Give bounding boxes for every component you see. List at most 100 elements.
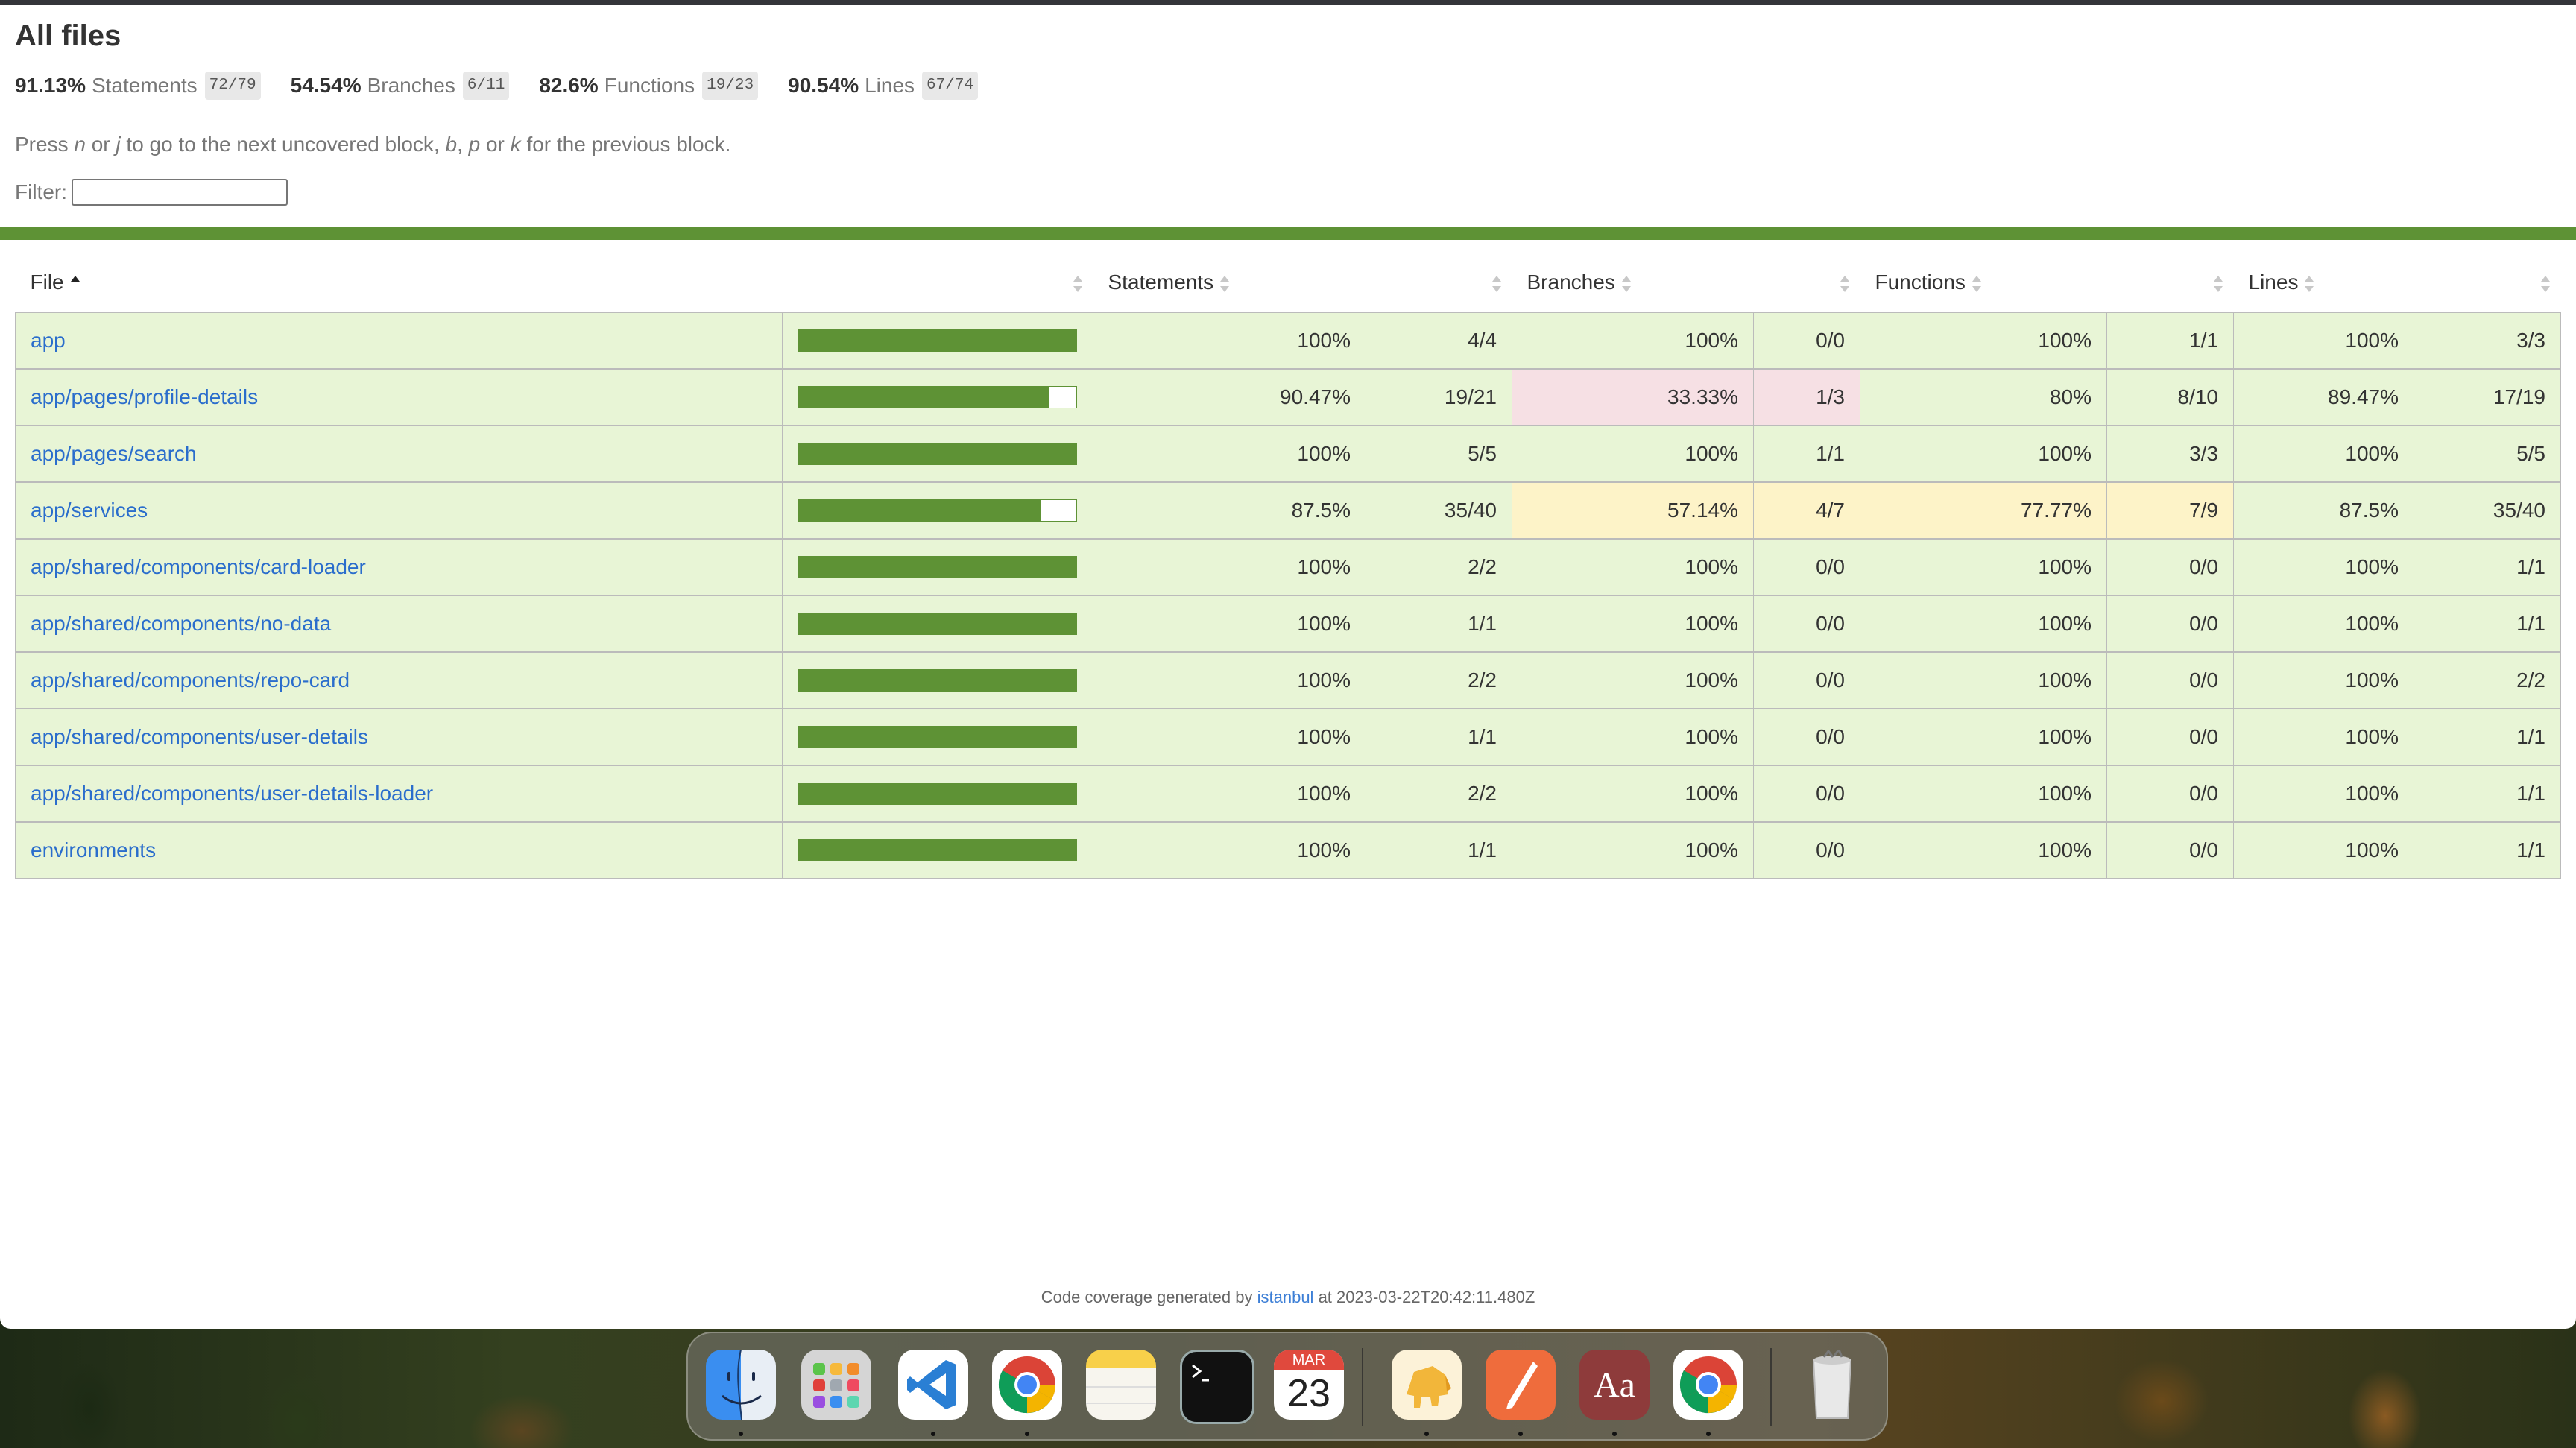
functions-pct: 100% (1860, 708, 2107, 766)
header-label: Branches (1527, 271, 1615, 294)
lines-count: 1/1 (2414, 595, 2561, 653)
dock-app-dictionary[interactable]: Aa (1579, 1350, 1650, 1420)
coverage-bar-fill (798, 387, 1050, 408)
lines-count: 1/1 (2414, 765, 2561, 823)
lines-pct: 100% (2233, 595, 2414, 653)
header-file[interactable]: File (16, 253, 783, 312)
functions-pct: 77.77% (1860, 481, 2107, 540)
file-link[interactable]: app/shared/components/user-details-loade… (31, 782, 433, 805)
lines-count: 5/5 (2414, 425, 2561, 483)
file-link[interactable]: app/shared/components/no-data (31, 612, 331, 635)
branches-count: 1/3 (1753, 368, 1860, 426)
file-link[interactable]: app/pages/profile-details (31, 385, 258, 408)
running-indicator (931, 1432, 935, 1436)
coverage-bar-fill (798, 443, 1076, 464)
header-statements[interactable]: Statements (1093, 253, 1366, 312)
table-row: app/shared/components/user-details 100% 1/… (15, 708, 2561, 766)
branches-pct: 100% (1512, 312, 1754, 370)
chrome-icon (998, 1356, 1056, 1414)
functions-count: 0/0 (2106, 538, 2234, 596)
header-coverage-chart[interactable] (783, 253, 1093, 312)
coverage-bar-fill (798, 500, 1042, 521)
statements-pct: 100% (1093, 595, 1366, 653)
dock-separator (1770, 1348, 1772, 1426)
file-cell: app/shared/components/card-loader (15, 538, 783, 596)
sort-icon (1840, 275, 1850, 292)
running-indicator (1518, 1432, 1523, 1436)
terminal-icon (1192, 1364, 1209, 1382)
trash-icon (1812, 1350, 1852, 1419)
dock-app-tableplus[interactable] (1392, 1350, 1462, 1420)
dock-app-launchpad[interactable] (801, 1350, 871, 1420)
file-link[interactable]: environments (31, 838, 156, 861)
launchpad-icon (813, 1363, 859, 1408)
table-row: app/pages/search 100% 5/5 100% 1/1 100% 3/3 100… (15, 425, 2561, 483)
coverage-bar (798, 386, 1077, 408)
dock-app-notes[interactable] (1086, 1350, 1156, 1420)
dock-app-postman[interactable] (1486, 1350, 1556, 1420)
hint-text: or (480, 133, 511, 156)
coverage-bar (798, 783, 1077, 805)
coverage-bar-cell (782, 708, 1093, 766)
header-functions[interactable]: Functions (1860, 253, 2107, 312)
summary-fraction: 6/11 (462, 72, 510, 100)
postman-icon (1506, 1362, 1538, 1409)
dock-app-finder[interactable] (706, 1350, 776, 1420)
statements-pct: 90.47% (1093, 368, 1366, 426)
header-label: File (30, 271, 64, 294)
header-branches[interactable]: Branches (1512, 253, 1754, 312)
file-link[interactable]: app/pages/search (31, 442, 197, 465)
filter-input[interactable] (72, 179, 288, 206)
dock-app-chrome-2[interactable] (1673, 1350, 1743, 1420)
statements-pct: 100% (1093, 821, 1366, 879)
header-statements-raw[interactable] (1366, 253, 1512, 312)
summary-fraction: 67/74 (922, 72, 979, 100)
sort-icon (1972, 275, 1982, 292)
header-lines-raw[interactable] (2414, 253, 2561, 312)
file-cell: app/pages/profile-details (15, 368, 783, 426)
statements-pct: 100% (1093, 312, 1366, 370)
functions-pct: 100% (1860, 821, 2107, 879)
file-link[interactable]: app/shared/components/user-details (31, 725, 368, 748)
summary-label: Statements (91, 74, 198, 97)
dock-app-vscode[interactable] (898, 1350, 968, 1420)
summary-branches: 54.54% Branches 6/11 (291, 72, 510, 100)
lines-pct: 100% (2233, 821, 2414, 879)
statements-pct: 87.5% (1093, 481, 1366, 540)
coverage-bar-cell (782, 595, 1093, 653)
finder-icon (722, 1350, 762, 1420)
istanbul-link[interactable]: istanbul (1257, 1288, 1314, 1306)
coverage-bar (798, 613, 1077, 635)
dock-app-terminal[interactable] (1180, 1350, 1254, 1424)
branches-pct: 100% (1512, 538, 1754, 596)
file-link[interactable]: app (31, 329, 66, 352)
branches-count: 0/0 (1753, 595, 1860, 653)
coverage-status-bar (0, 227, 2576, 240)
statements-pct: 100% (1093, 651, 1366, 709)
branches-pct: 57.14% (1512, 481, 1754, 540)
header-branches-raw[interactable] (1754, 253, 1860, 312)
file-link[interactable]: app/services (31, 499, 148, 522)
functions-pct: 80% (1860, 368, 2107, 426)
file-link[interactable]: app/shared/components/repo-card (31, 668, 350, 692)
sort-icon (1219, 275, 1230, 292)
dock-app-trash[interactable] (1797, 1350, 1867, 1420)
header-functions-raw[interactable] (2107, 253, 2234, 312)
table-row: app 100% 4/4 100% 0/0 100% 1/1 100% 3/3 (15, 312, 2561, 370)
lines-pct: 87.5% (2233, 481, 2414, 540)
header-lines[interactable]: Lines (2234, 253, 2414, 312)
functions-count: 0/0 (2106, 651, 2234, 709)
coverage-bar-cell (782, 368, 1093, 426)
file-cell: app/shared/components/user-details-loade… (15, 765, 783, 823)
file-cell: app (15, 312, 783, 370)
coverage-bar-cell (782, 312, 1093, 370)
summary-statements: 91.13% Statements 72/79 (15, 72, 261, 100)
coverage-bar-fill (798, 727, 1076, 747)
table-header-row: File Statements Branches Functions Lines (16, 253, 2561, 312)
vscode-icon (907, 1360, 956, 1409)
dock-app-chrome[interactable] (992, 1350, 1062, 1420)
elephant-icon (1407, 1366, 1451, 1408)
dock-app-calendar[interactable]: MAR 23 (1274, 1350, 1344, 1420)
file-link[interactable]: app/shared/components/card-loader (31, 555, 366, 578)
coverage-bar (798, 443, 1077, 465)
